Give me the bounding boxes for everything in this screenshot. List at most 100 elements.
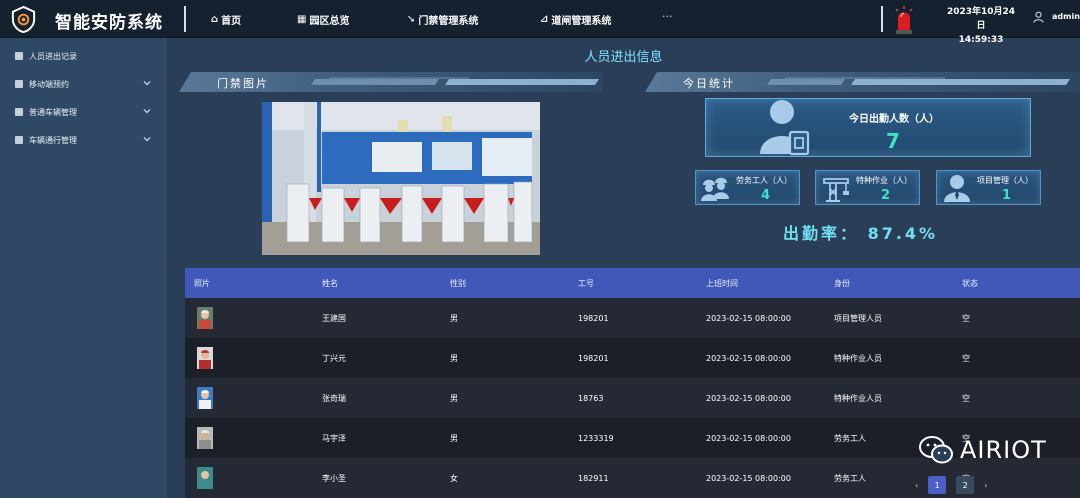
gate-photo <box>262 102 540 255</box>
attendance-total-value: 7 <box>886 129 900 153</box>
person-photo <box>197 307 213 329</box>
menu-square-icon <box>15 80 23 88</box>
username[interactable]: admin <box>1052 12 1080 21</box>
date-text: 2023年10月24日 <box>946 7 1016 31</box>
next-page-button[interactable]: › <box>984 481 987 490</box>
watermark: AIRIOT <box>918 434 1047 466</box>
nav-barrier-gate[interactable]: ⊿ 道闸管理系统 <box>540 0 611 38</box>
cell-name: 张奇瑞 <box>322 393 346 403</box>
column-header-role[interactable]: 身份 <box>825 278 953 289</box>
table-row[interactable]: 丁兴元 男 198201 2023-02-15 08:00:00 特种作业人员 … <box>185 338 1080 378</box>
menu-square-icon <box>15 136 23 144</box>
page-1-button[interactable]: 1 <box>928 476 947 494</box>
gate-section-title: 门禁图片 <box>217 77 269 90</box>
column-header-time[interactable]: 上班时间 <box>697 278 825 289</box>
menu-square-icon <box>15 108 23 116</box>
attendance-total-card: 今日出勤人数（人） 7 <box>705 98 1031 157</box>
chevron-down-icon <box>143 109 151 114</box>
chevron-down-icon <box>143 137 151 142</box>
cell-role: 项目管理人员 <box>834 313 882 323</box>
gate-section-header: 门禁图片 <box>179 72 603 92</box>
person-photo <box>197 347 213 369</box>
table-row[interactable]: 张奇瑞 男 18763 2023-02-15 08:00:00 特种作业人员 空 <box>185 378 1080 418</box>
labor-workers-card: 劳务工人（人） 4 <box>695 170 800 205</box>
cell-id: 1233319 <box>578 433 614 443</box>
labor-workers-value: 4 <box>760 188 771 203</box>
cell-id: 198201 <box>578 313 609 323</box>
cell-gender: 女 <box>450 473 458 483</box>
labor-workers-label: 劳务工人（人） <box>736 176 792 185</box>
nav-barrier-gate-label: 道闸管理系统 <box>551 15 612 27</box>
cell-name: 马宇泽 <box>322 433 346 443</box>
nav-access-control[interactable]: ➘ 门禁管理系统 <box>407 0 478 38</box>
cell-status: 空 <box>962 353 970 363</box>
column-header-gender[interactable]: 性别 <box>441 278 569 289</box>
cell-name: 李小圣 <box>322 473 346 483</box>
attendance-rate: 出勤率： 87.4% <box>783 224 939 243</box>
column-header-status[interactable]: 状态 <box>953 278 1080 289</box>
nav-home[interactable]: ⌂ 首页 <box>211 0 241 38</box>
cell-gender: 男 <box>450 433 458 443</box>
top-bar: 智能安防系统 ⌂ 首页 ▦ 园区总览 ➘ 门禁管理系统 ⊿ 道闸管理系统 ···… <box>0 0 1080 45</box>
gate-icon: ➘ <box>407 13 416 25</box>
nav-access-control-label: 门禁管理系统 <box>418 15 479 27</box>
nav-park-overview[interactable]: ▦ 园区总览 <box>297 0 349 38</box>
cell-name: 王建国 <box>322 313 346 323</box>
person-photo <box>197 427 213 449</box>
sidebar-item-label: 车辆通行管理 <box>29 135 77 145</box>
project-management-label: 项目管理（人） <box>977 176 1033 185</box>
cell-id: 18763 <box>578 393 604 403</box>
page-2-button[interactable]: 2 <box>956 476 975 494</box>
cell-id: 182911 <box>578 473 609 483</box>
cell-gender: 男 <box>450 313 458 323</box>
app-title: 智能安防系统 <box>55 13 163 33</box>
cell-time: 2023-02-15 08:00:00 <box>706 473 791 483</box>
cell-status: 空 <box>962 393 970 403</box>
page-title: 人员进出信息 <box>584 50 663 65</box>
sidebar-item-label: 移动端预约 <box>29 79 69 89</box>
prev-page-button[interactable]: ‹ <box>915 481 918 490</box>
barrier-icon: ⊿ <box>540 13 549 25</box>
watermark-text: AIRIOT <box>960 436 1047 464</box>
alarm-light-icon[interactable] <box>894 5 914 35</box>
divider <box>184 6 186 32</box>
divider <box>881 6 883 32</box>
project-management-value: 1 <box>1001 188 1012 203</box>
sidebar-item-mobile-booking[interactable]: 移动端预约 <box>0 70 165 98</box>
person-photo <box>197 467 213 489</box>
cell-time: 2023-02-15 08:00:00 <box>706 313 791 323</box>
nav-home-label: 首页 <box>221 15 242 27</box>
sidebar-item-vehicle-management[interactable]: 普通车辆管理 <box>0 98 165 126</box>
cell-gender: 男 <box>450 353 458 363</box>
building-icon: ▦ <box>297 13 307 25</box>
stats-section-title: 今日统计 <box>683 77 735 90</box>
special-work-card: 特种作业（人） 2 <box>815 170 920 205</box>
table-row[interactable]: 王建国 男 198201 2023-02-15 08:00:00 项目管理人员 … <box>185 298 1080 338</box>
sidebar: 人员进出记录 移动端预约 普通车辆管理 车辆通行管理 <box>0 38 166 498</box>
cell-role: 特种作业人员 <box>834 393 882 403</box>
cell-status: 空 <box>962 313 970 323</box>
wechat-icon <box>919 436 953 464</box>
sidebar-item-access-records[interactable]: 人员进出记录 <box>0 42 165 70</box>
header-stripes <box>311 77 599 85</box>
menu-square-icon <box>15 52 23 60</box>
shield-logo-icon <box>11 5 36 34</box>
cell-time: 2023-02-15 08:00:00 <box>706 433 791 443</box>
pagination: ‹ 1 2 › <box>915 476 987 494</box>
user-icon[interactable] <box>1033 11 1044 23</box>
sidebar-item-label: 普通车辆管理 <box>29 107 77 117</box>
column-header-name[interactable]: 姓名 <box>313 278 441 289</box>
table-header: 照片 姓名 性别 工号 上班时间 身份 状态 <box>185 268 1080 298</box>
project-management-card: 项目管理（人） 1 <box>936 170 1041 205</box>
header-stripes <box>767 77 1070 85</box>
sidebar-item-vehicle-traffic[interactable]: 车辆通行管理 <box>0 126 165 154</box>
cell-role: 特种作业人员 <box>834 353 882 363</box>
stats-section-header: 今日统计 <box>645 72 1080 92</box>
column-header-id[interactable]: 工号 <box>569 278 697 289</box>
cell-name: 丁兴元 <box>322 353 346 363</box>
cell-gender: 男 <box>450 393 458 403</box>
cell-time: 2023-02-15 08:00:00 <box>706 393 791 403</box>
column-header-photo[interactable]: 照片 <box>185 278 313 289</box>
nav-more-button[interactable]: ··· <box>662 10 673 23</box>
special-work-value: 2 <box>880 188 891 203</box>
